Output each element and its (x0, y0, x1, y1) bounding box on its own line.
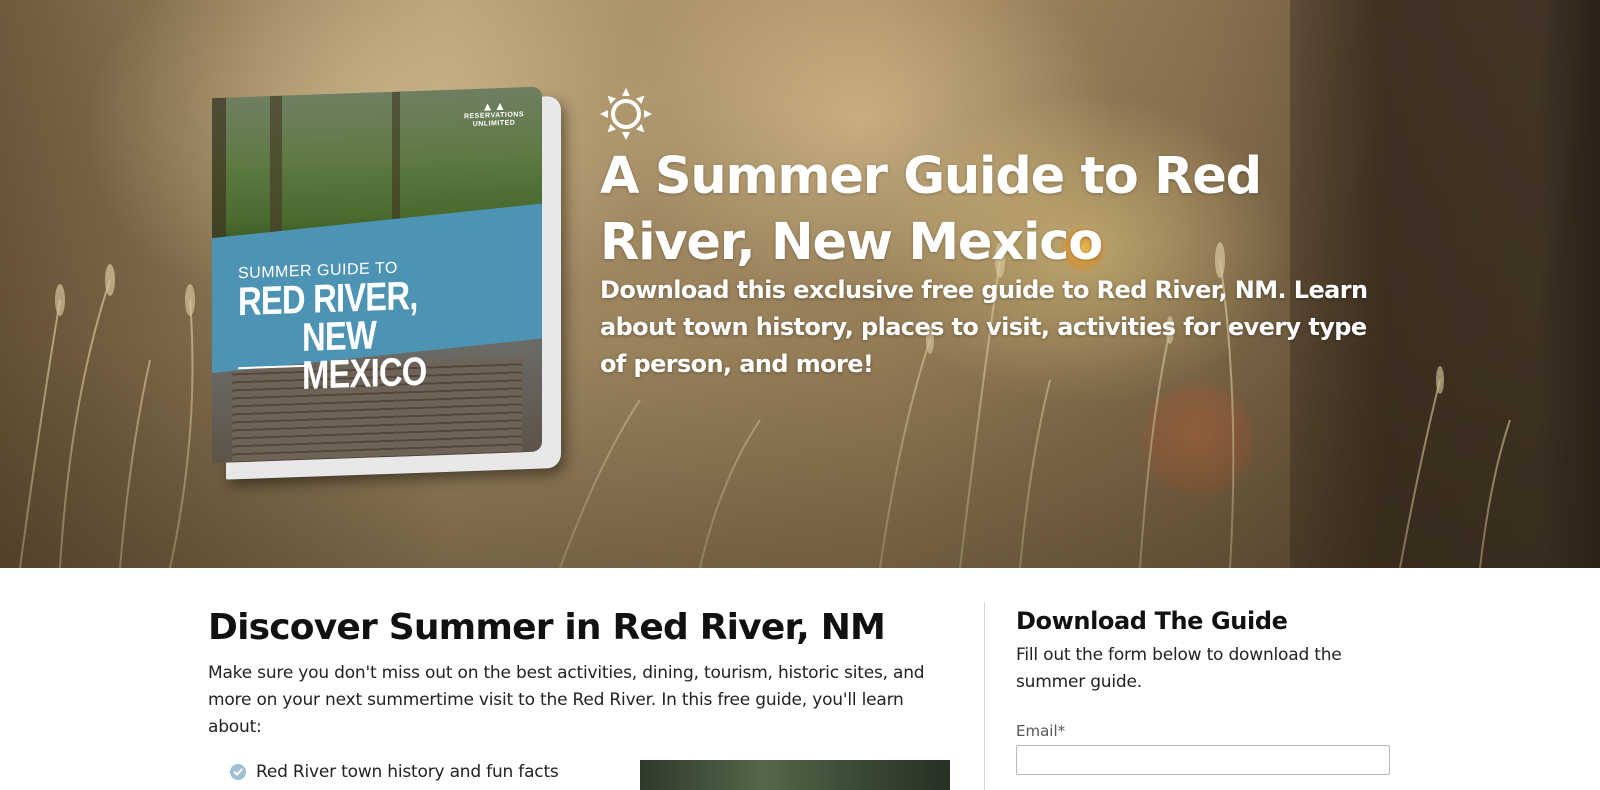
form-title: Download The Guide (1016, 607, 1288, 635)
download-form-panel: Download The Guide Fill out the form bel… (1016, 606, 1396, 696)
column-divider (984, 602, 985, 790)
hero-title: A Summer Guide to Red River, New Mexico (600, 147, 1262, 272)
guide-cover: ▲▲ RESERVATIONS UNLIMITED SUMMER GUIDE T… (212, 86, 542, 464)
list-item: Red River town history and fun facts (230, 762, 559, 782)
sun-icon (600, 88, 652, 140)
section-heading: Discover Summer in Red River, NM (208, 607, 886, 648)
check-circle-icon (230, 764, 246, 780)
guide-cover-image: ▲▲ RESERVATIONS UNLIMITED SUMMER GUIDE T… (212, 86, 562, 480)
section-body: Make sure you don't miss out on the best… (208, 663, 925, 737)
cover-title-line2: NEW MEXICO (301, 313, 427, 398)
cover-title-block: SUMMER GUIDE TO RED RIVER, NEW MEXICO (238, 255, 542, 398)
email-field[interactable] (1016, 745, 1390, 775)
guide-preview-photo (640, 760, 950, 790)
hero-banner: ▲▲ RESERVATIONS UNLIMITED SUMMER GUIDE T… (0, 0, 1600, 568)
hero-subtitle: Download this exclusive free guide to Re… (600, 276, 1368, 378)
email-label: Email* (1016, 722, 1066, 740)
benefit-list: Red River town history and fun facts (230, 762, 559, 782)
list-item-text: Red River town history and fun facts (256, 762, 559, 782)
form-description: Fill out the form below to download the … (1016, 645, 1342, 692)
cover-logo: ▲▲ RESERVATIONS UNLIMITED (460, 99, 528, 129)
intro-section: Discover Summer in Red River, NM Make su… (208, 606, 958, 741)
